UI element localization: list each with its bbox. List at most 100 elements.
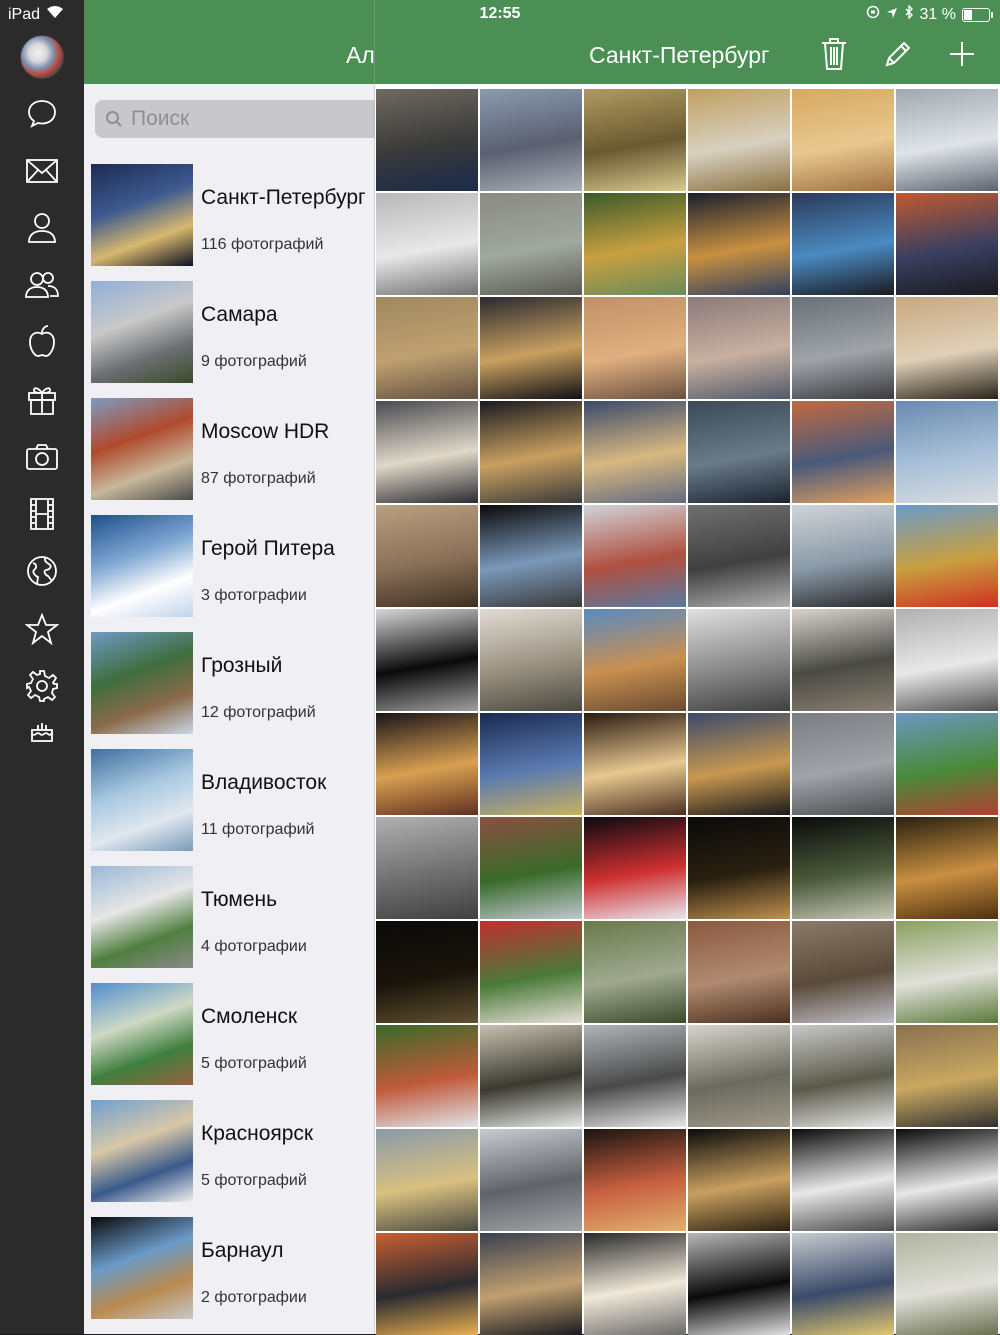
photo-thumbnail[interactable] xyxy=(792,817,894,919)
photo-thumbnail[interactable] xyxy=(688,1129,790,1231)
photo-thumbnail[interactable] xyxy=(480,297,582,399)
photo-thumbnail[interactable] xyxy=(896,89,998,191)
film-icon[interactable] xyxy=(22,494,62,534)
gift-icon[interactable] xyxy=(22,379,62,419)
photo-thumbnail[interactable] xyxy=(688,1025,790,1127)
avatar[interactable] xyxy=(20,35,64,79)
pencil-icon[interactable] xyxy=(881,36,915,72)
photo-thumbnail[interactable] xyxy=(480,505,582,607)
photo-thumbnail[interactable] xyxy=(688,193,790,295)
album-row[interactable]: Санкт-Петербург 116 фотографий xyxy=(84,164,375,281)
photo-thumbnail[interactable] xyxy=(480,1233,582,1335)
gear-icon[interactable] xyxy=(22,666,62,706)
photo-thumbnail[interactable] xyxy=(896,609,998,711)
photo-thumbnail[interactable] xyxy=(480,817,582,919)
album-row[interactable]: Владивосток 11 фотографий xyxy=(84,749,375,866)
photo-thumbnail[interactable] xyxy=(688,1233,790,1335)
photo-thumbnail[interactable] xyxy=(480,921,582,1023)
photo-thumbnail[interactable] xyxy=(376,297,478,399)
photo-thumbnail[interactable] xyxy=(688,505,790,607)
photo-thumbnail[interactable] xyxy=(792,401,894,503)
photo-thumbnail[interactable] xyxy=(480,401,582,503)
photo-thumbnail[interactable] xyxy=(584,193,686,295)
photo-thumbnail[interactable] xyxy=(376,401,478,503)
chat-bubble-icon[interactable] xyxy=(22,93,62,133)
mail-icon[interactable] xyxy=(22,151,62,191)
photo-thumbnail[interactable] xyxy=(376,1233,478,1335)
trash-icon[interactable] xyxy=(817,36,851,72)
photo-thumbnail[interactable] xyxy=(688,89,790,191)
photo-thumbnail[interactable] xyxy=(896,297,998,399)
search-bar[interactable] xyxy=(95,100,375,138)
photo-thumbnail[interactable] xyxy=(896,193,998,295)
album-row[interactable]: Герой Питера 3 фотографии xyxy=(84,515,375,632)
photo-thumbnail[interactable] xyxy=(792,609,894,711)
album-row[interactable]: Смоленск 5 фотографий xyxy=(84,983,375,1100)
cake-icon[interactable] xyxy=(22,711,62,751)
photo-thumbnail[interactable] xyxy=(896,1025,998,1127)
photo-thumbnail[interactable] xyxy=(896,505,998,607)
star-icon[interactable] xyxy=(22,609,62,649)
photo-thumbnail[interactable] xyxy=(480,609,582,711)
photo-thumbnail[interactable] xyxy=(896,817,998,919)
globe-icon[interactable] xyxy=(22,551,62,591)
photo-thumbnail[interactable] xyxy=(688,609,790,711)
photo-thumbnail[interactable] xyxy=(376,921,478,1023)
photo-thumbnail[interactable] xyxy=(792,89,894,191)
photo-thumbnail[interactable] xyxy=(584,921,686,1023)
photo-thumbnail[interactable] xyxy=(584,609,686,711)
photo-thumbnail[interactable] xyxy=(584,401,686,503)
photo-thumbnail[interactable] xyxy=(792,713,894,815)
photo-thumbnail[interactable] xyxy=(896,1129,998,1231)
photo-thumbnail[interactable] xyxy=(688,713,790,815)
photo-thumbnail[interactable] xyxy=(792,297,894,399)
album-row[interactable]: Тюмень 4 фотографии xyxy=(84,866,375,983)
photo-thumbnail[interactable] xyxy=(688,817,790,919)
camera-icon[interactable] xyxy=(22,437,62,477)
photo-thumbnail[interactable] xyxy=(584,1233,686,1335)
photo-thumbnail[interactable] xyxy=(688,921,790,1023)
photo-thumbnail[interactable] xyxy=(792,1025,894,1127)
photo-thumbnail[interactable] xyxy=(584,297,686,399)
photo-thumbnail[interactable] xyxy=(896,401,998,503)
album-row[interactable]: Красноярск 5 фотографий xyxy=(84,1100,375,1217)
photo-thumbnail[interactable] xyxy=(792,1233,894,1335)
photo-thumbnail[interactable] xyxy=(480,193,582,295)
photo-thumbnail[interactable] xyxy=(480,89,582,191)
album-row[interactable]: Самара 9 фотографий xyxy=(84,281,375,398)
photo-thumbnail[interactable] xyxy=(584,713,686,815)
photo-thumbnail[interactable] xyxy=(792,921,894,1023)
plus-icon[interactable] xyxy=(945,36,979,72)
photo-thumbnail[interactable] xyxy=(376,1025,478,1127)
photo-thumbnail[interactable] xyxy=(584,1129,686,1231)
photo-thumbnail[interactable] xyxy=(792,1129,894,1231)
album-row[interactable]: Барнаул 2 фотографии xyxy=(84,1217,375,1334)
photo-thumbnail[interactable] xyxy=(376,713,478,815)
people-icon[interactable] xyxy=(22,264,62,304)
photo-thumbnail[interactable] xyxy=(688,401,790,503)
search-input[interactable] xyxy=(129,106,373,132)
person-icon[interactable] xyxy=(22,207,62,247)
photo-thumbnail[interactable] xyxy=(792,193,894,295)
album-row[interactable]: Moscow HDR 87 фотографий xyxy=(84,398,375,515)
photo-thumbnail[interactable] xyxy=(376,1129,478,1231)
apple-icon[interactable] xyxy=(22,321,62,361)
photo-thumbnail[interactable] xyxy=(896,921,998,1023)
photo-thumbnail[interactable] xyxy=(376,505,478,607)
photo-thumbnail[interactable] xyxy=(480,1025,582,1127)
photo-thumbnail[interactable] xyxy=(584,817,686,919)
photo-thumbnail[interactable] xyxy=(480,713,582,815)
photo-thumbnail[interactable] xyxy=(376,817,478,919)
photo-thumbnail[interactable] xyxy=(376,609,478,711)
photo-thumbnail[interactable] xyxy=(896,713,998,815)
photo-thumbnail[interactable] xyxy=(480,1129,582,1231)
photo-thumbnail[interactable] xyxy=(584,505,686,607)
photo-thumbnail[interactable] xyxy=(792,505,894,607)
photo-thumbnail[interactable] xyxy=(896,1233,998,1335)
photo-thumbnail[interactable] xyxy=(584,89,686,191)
photo-thumbnail[interactable] xyxy=(584,1025,686,1127)
photo-thumbnail[interactable] xyxy=(688,297,790,399)
photo-thumbnail[interactable] xyxy=(376,193,478,295)
photo-thumbnail[interactable] xyxy=(376,89,478,191)
album-row[interactable]: Грозный 12 фотографий xyxy=(84,632,375,749)
